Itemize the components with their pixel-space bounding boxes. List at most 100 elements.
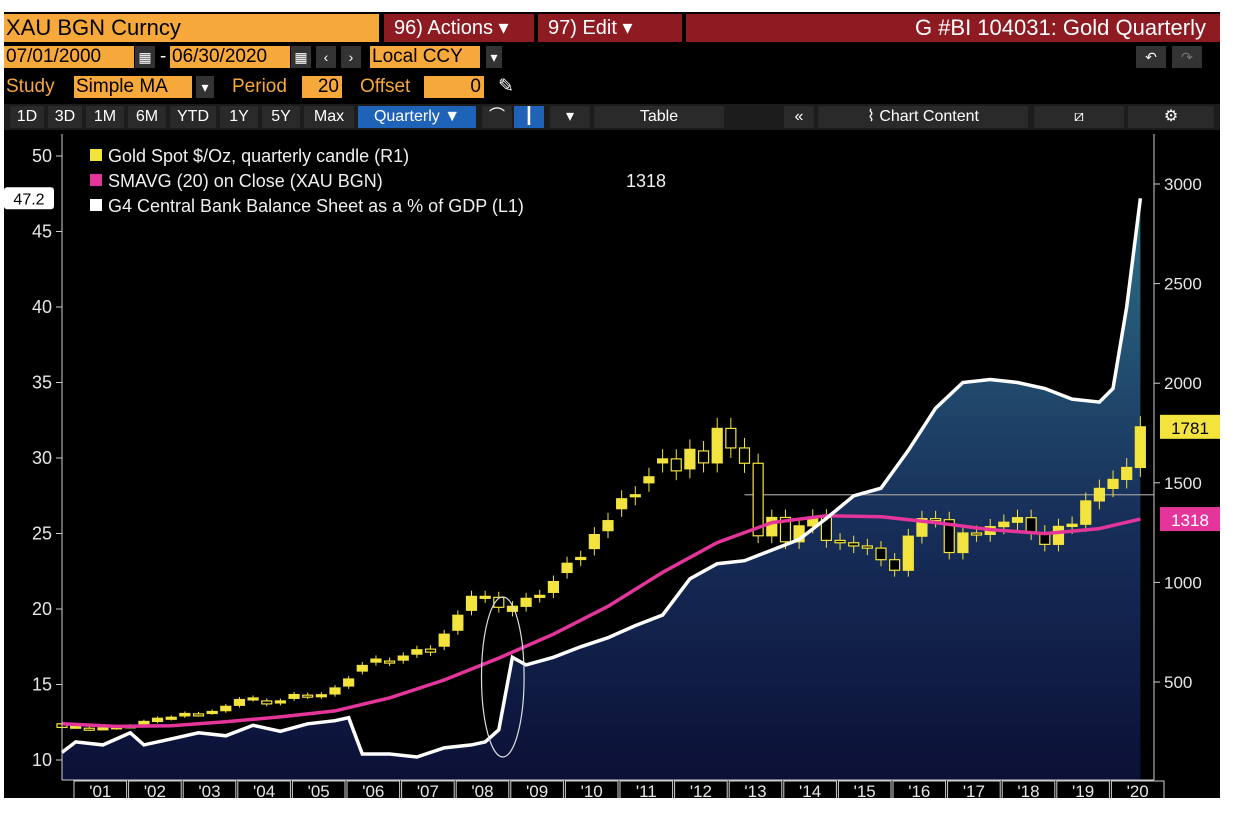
gear-icon[interactable]: ⚙ <box>1128 106 1214 128</box>
previous-arrow-icon[interactable]: ‹ <box>316 46 336 68</box>
candle-body-27 <box>424 648 437 653</box>
chevron-down-icon[interactable]: ▾ <box>550 106 590 128</box>
right-tick-label-0: 3000 <box>1164 175 1202 194</box>
command-bar: XAU BGN Curncy 96) Actions ▾ 97) Edit ▾ … <box>4 14 1220 42</box>
candle-body-21 <box>343 678 355 687</box>
x-tick-label-7: '08 <box>471 782 493 798</box>
left-tick-label-5: 25 <box>32 524 52 544</box>
tab-ytd[interactable]: YTD <box>170 106 216 128</box>
candle-body-24 <box>384 660 396 664</box>
x-tick-label-9: '10 <box>581 782 603 798</box>
candle-body-78 <box>1121 466 1133 481</box>
tab-3d[interactable]: 3D <box>48 106 82 128</box>
x-tick-label-1: '02 <box>144 782 166 798</box>
candle-body-16 <box>274 700 286 704</box>
candle-body-64 <box>929 518 942 522</box>
period-input[interactable]: 20 <box>302 76 342 98</box>
table-button[interactable]: Table <box>594 106 724 128</box>
candle-body-8 <box>165 716 177 720</box>
candle-body-20 <box>329 687 341 695</box>
candle-body-60 <box>875 547 887 561</box>
tab-1m[interactable]: 1M <box>86 106 124 128</box>
candle-body-70 <box>1011 517 1024 523</box>
candle-body-41 <box>616 498 628 510</box>
candle-body-1 <box>70 725 82 729</box>
candle-body-50 <box>738 447 751 464</box>
actions-label: 96) Actions <box>394 17 493 39</box>
right-gold-marker: 1781 <box>1171 419 1209 438</box>
candle-body-37 <box>561 562 573 574</box>
x-tick-label-10: '11 <box>636 782 657 798</box>
end-date-field[interactable]: 06/30/2020 <box>170 46 290 68</box>
tab-5y[interactable]: 5Y <box>262 106 300 128</box>
toolbar-spacer <box>730 106 780 128</box>
x-tick-label-4: '05 <box>308 782 330 798</box>
legend-ma-value: 1318 <box>626 171 666 191</box>
candle-body-10 <box>192 713 205 717</box>
candle-body-25 <box>397 655 409 661</box>
chart-content-label: Chart Content <box>879 108 979 125</box>
period-select[interactable]: Quarterly ▼ <box>358 106 476 128</box>
candle-body-69 <box>998 521 1010 528</box>
left-tick-label-1: 45 <box>32 222 52 242</box>
start-date-field[interactable]: 07/01/2000 <box>4 46 134 68</box>
candle-body-12 <box>220 705 232 712</box>
candle-body-52 <box>766 516 778 537</box>
left-tick-label-8: 10 <box>32 750 52 770</box>
x-tick-label-16: '17 <box>963 782 985 798</box>
redo-icon[interactable]: ↷ <box>1172 46 1202 68</box>
x-tick-label-19: '20 <box>1127 782 1149 798</box>
candle-body-48 <box>711 427 723 464</box>
annotate-icon[interactable]: ⧄ <box>1034 106 1124 128</box>
candle-body-58 <box>848 542 860 547</box>
calendar-icon[interactable]: ▦ <box>291 46 311 68</box>
legend-swatch-1 <box>90 174 102 186</box>
edit-menu-button[interactable]: 97) Edit ▾ <box>538 14 682 42</box>
tab-max[interactable]: Max <box>304 106 354 128</box>
candle-body-15 <box>261 700 273 705</box>
study-select[interactable]: Simple MA <box>74 76 192 98</box>
candle-body-74 <box>1066 523 1078 528</box>
gold-vs-balance-sheet-chart: 50 45 40 35 30 25 20 15 10 3000 2500 2000 1500 1000 50… <box>4 134 1220 798</box>
chart-content-button[interactable]: ⌇ Chart Content <box>818 106 1028 128</box>
chart-content-icon: ⌇ <box>867 108 880 125</box>
candle-body-3 <box>97 727 109 731</box>
candle-body-75 <box>1080 500 1092 525</box>
next-arrow-icon[interactable]: › <box>341 46 361 68</box>
candle-body-18 <box>302 694 314 698</box>
legend-entry-2: G4 Central Bank Balance Sheet as a % of … <box>108 196 524 216</box>
tab-1d[interactable]: 1D <box>10 106 44 128</box>
x-tick-label-6: '07 <box>417 782 439 798</box>
tab-6m[interactable]: 6M <box>128 106 166 128</box>
left-tick-label-7: 15 <box>32 675 52 695</box>
candle-body-28 <box>438 633 450 647</box>
candle-body-61 <box>889 559 901 571</box>
chevron-down-icon[interactable]: ▾ <box>196 76 214 98</box>
pencil-icon[interactable]: ✎ <box>498 76 514 98</box>
candle-body-29 <box>452 614 464 631</box>
tab-1y[interactable]: 1Y <box>220 106 258 128</box>
collapse-icon[interactable]: « <box>784 106 814 128</box>
x-tick-label-14: '15 <box>854 782 876 798</box>
undo-icon[interactable]: ↶ <box>1136 46 1166 68</box>
ticker-field[interactable]: XAU BGN Curncy <box>4 14 379 42</box>
x-tick-label-13: '14 <box>799 782 821 798</box>
x-tick-label-5: '06 <box>362 782 384 798</box>
currency-select[interactable]: Local CCY <box>370 46 480 68</box>
left-tick-label-6: 20 <box>32 599 52 619</box>
offset-label: Offset <box>360 76 411 97</box>
candle-body-57 <box>834 539 846 544</box>
legend-entry-1: SMAVG (20) on Close (XAU BGN) <box>108 171 383 191</box>
candle-chart-icon[interactable]: ┃ <box>514 106 544 128</box>
left-tick-label-4: 30 <box>32 448 52 468</box>
x-tick-label-2: '03 <box>198 782 220 798</box>
actions-menu-button[interactable]: 96) Actions ▾ <box>384 14 534 42</box>
candle-body-26 <box>411 649 423 655</box>
x-tick-label-18: '19 <box>1072 782 1094 798</box>
offset-input[interactable]: 0 <box>424 76 484 98</box>
left-value-marker: 47.2 <box>13 191 44 208</box>
calendar-icon[interactable]: ▦ <box>135 46 155 68</box>
line-chart-icon[interactable]: ⌒ <box>482 106 512 128</box>
study-label: Study <box>6 76 55 97</box>
chevron-down-icon[interactable]: ▾ <box>486 46 502 68</box>
